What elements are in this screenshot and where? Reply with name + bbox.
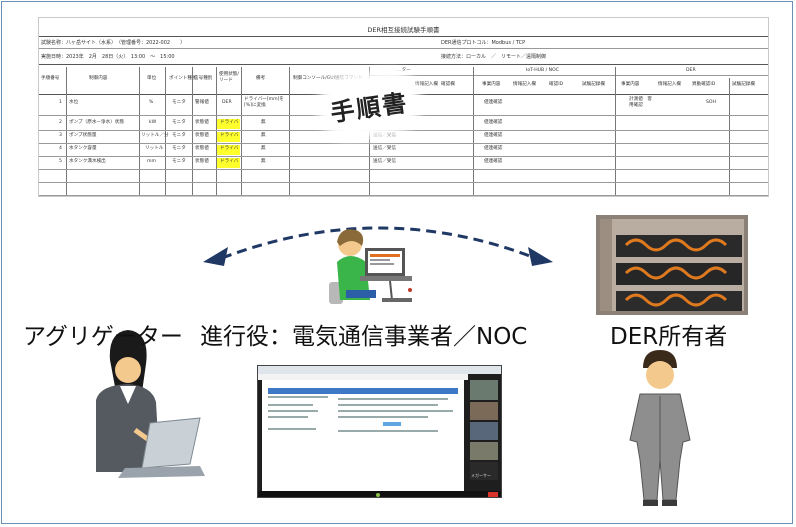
der-battery-photo bbox=[596, 215, 748, 315]
facilitator-figure bbox=[329, 229, 412, 304]
arrow-head-left bbox=[203, 247, 228, 266]
arrow-head-right bbox=[528, 247, 553, 266]
aggregator-label: アグリゲーター bbox=[23, 324, 183, 350]
video-participant-name: メガーサー bbox=[471, 473, 491, 478]
video-call-screen-art bbox=[258, 366, 501, 497]
facilitator-label: 進行役：電気通信事業者／NOC bbox=[200, 324, 528, 350]
video-call-screenshot: メガーサー bbox=[257, 365, 502, 498]
der-owner-figure bbox=[629, 350, 691, 506]
der-owner-label: DER所有者 bbox=[610, 324, 728, 350]
aggregator-figure bbox=[96, 330, 205, 478]
